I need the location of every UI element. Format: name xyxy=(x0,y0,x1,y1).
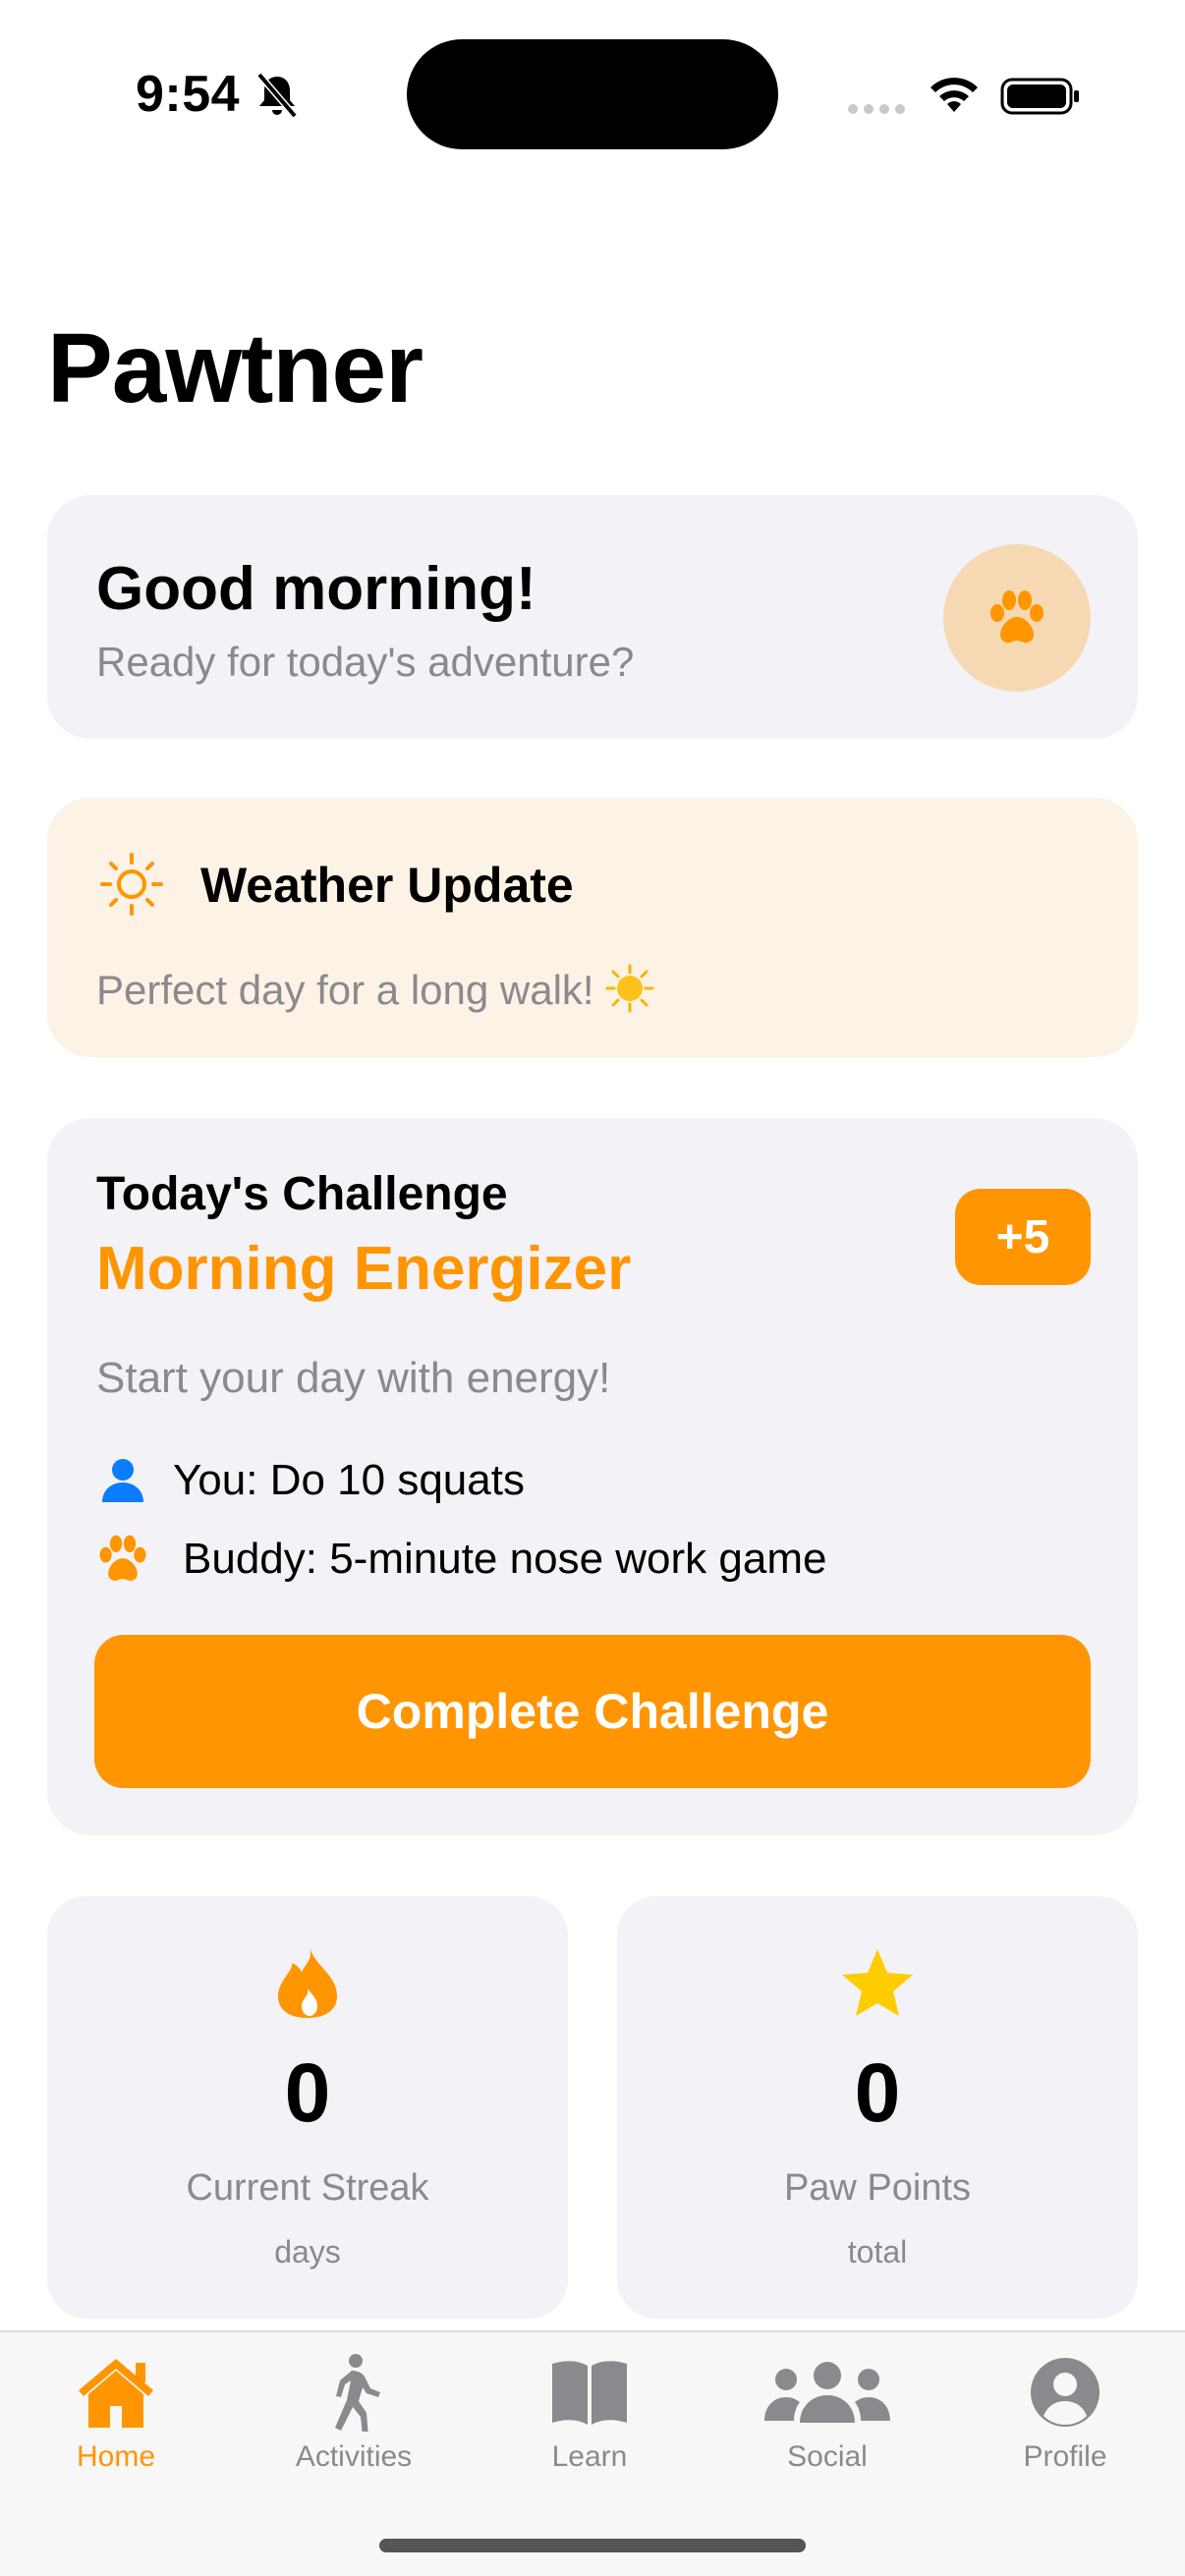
sun-icon xyxy=(100,853,163,916)
tab-home-label: Home xyxy=(76,2440,156,2473)
greeting-subtitle: Ready for today's adventure? xyxy=(96,639,635,685)
streak-label: Current Streak xyxy=(186,2167,429,2209)
people-icon xyxy=(759,2350,896,2435)
house-icon xyxy=(67,2350,165,2435)
weather-message: Perfect day for a long walk! xyxy=(96,963,655,1014)
book-icon xyxy=(540,2350,639,2435)
weather-message-text: Perfect day for a long walk! xyxy=(96,967,594,1013)
streak-value: 0 xyxy=(284,2046,331,2139)
streak-unit: days xyxy=(274,2234,341,2269)
paw-points-card: 0 Paw Points total xyxy=(617,1896,1138,2319)
paw-icon xyxy=(990,590,1044,644)
tab-home[interactable]: Home xyxy=(18,2350,214,2497)
tab-social[interactable]: Social xyxy=(729,2350,926,2497)
you-task: You: Do 10 squats xyxy=(96,1454,525,1507)
tab-social-label: Social xyxy=(787,2440,868,2473)
tab-profile[interactable]: Profile xyxy=(967,2350,1163,2497)
points-label: Paw Points xyxy=(783,2167,972,2209)
home-indicator[interactable] xyxy=(379,2539,806,2552)
star-icon xyxy=(842,1949,913,2016)
weather-card: Weather Update Perfect day for a long wa… xyxy=(47,798,1138,1057)
buddy-task-label: Buddy: 5-minute nose work game xyxy=(183,1535,827,1583)
you-task-label: You: Do 10 squats xyxy=(173,1456,525,1504)
sun-emoji-icon xyxy=(605,964,654,1013)
tab-activities[interactable]: Activities xyxy=(255,2350,452,2497)
person-icon xyxy=(96,1454,149,1507)
tab-learn[interactable]: Learn xyxy=(491,2350,688,2497)
status-time: 9:54 xyxy=(136,66,241,123)
tab-profile-label: Profile xyxy=(1023,2440,1107,2473)
challenge-heading: Today's Challenge xyxy=(96,1168,508,1220)
dynamic-island xyxy=(407,39,778,149)
flame-icon xyxy=(278,1947,337,2018)
points-value: 0 xyxy=(854,2046,901,2139)
paw-avatar[interactable] xyxy=(943,544,1091,692)
walking-figure-icon xyxy=(305,2350,403,2435)
status-bar: 9:54 xyxy=(0,0,1185,187)
points-unit: total xyxy=(847,2234,908,2269)
bell-slash-icon xyxy=(256,72,298,119)
battery-icon xyxy=(1000,78,1079,115)
weather-title: Weather Update xyxy=(200,858,574,913)
paw-icon xyxy=(96,1533,149,1586)
cellular-signal-icon xyxy=(848,104,905,114)
greeting-card: Good morning! Ready for today's adventur… xyxy=(47,495,1138,739)
points-badge: +5 xyxy=(955,1189,1091,1285)
complete-challenge-button[interactable]: Complete Challenge xyxy=(94,1635,1091,1788)
tab-activities-label: Activities xyxy=(295,2440,413,2473)
tab-learn-label: Learn xyxy=(551,2440,628,2473)
buddy-task: Buddy: 5-minute nose work game xyxy=(96,1533,826,1586)
streak-card: 0 Current Streak days xyxy=(47,1896,568,2319)
greeting-title: Good morning! xyxy=(96,555,536,623)
challenge-name: Morning Energizer xyxy=(96,1235,632,1303)
challenge-card: Today's Challenge Morning Energizer +5 S… xyxy=(47,1118,1138,1835)
wifi-icon xyxy=(931,78,978,112)
page-title: Pawtner xyxy=(47,313,423,423)
person-circle-icon xyxy=(1016,2350,1114,2435)
challenge-description: Start your day with energy! xyxy=(96,1354,611,1402)
